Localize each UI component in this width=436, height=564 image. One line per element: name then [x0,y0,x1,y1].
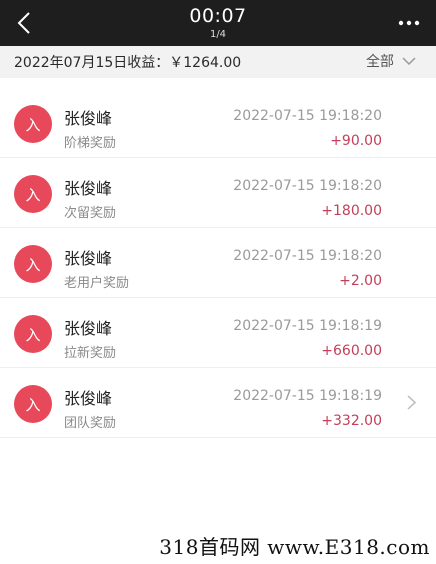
record-name: 张俊峰 [64,179,113,198]
site-watermark: 318首码网 www.E318.com [159,531,430,560]
top-bar: 00:07 1/4 [0,0,436,46]
record-type: 老用户奖励 [64,276,130,291]
chevron-down-icon [402,56,416,65]
record-datetime: 2022-07-15 19:18:19 [233,318,382,334]
filter-dropdown[interactable]: 全部 [366,51,416,71]
record-amount: +332.00 [321,413,382,429]
record-name: 张俊峰 [64,249,113,268]
record-amount: +180.00 [321,203,382,219]
income-avatar: 入 [14,385,52,423]
income-avatar: 入 [14,315,52,353]
earnings-summary-text: 2022年07月15日收益：￥1264.00 [14,55,242,71]
chevron-right-icon [407,395,416,410]
record-datetime: 2022-07-15 19:18:20 [233,108,382,124]
more-button[interactable] [396,14,422,32]
viewer-time: 00:07 [189,5,247,27]
filter-label: 全部 [366,54,394,70]
income-avatar: 入 [14,175,52,213]
record-amount: +660.00 [321,343,382,359]
record-datetime: 2022-07-15 19:18:20 [233,178,382,194]
record-type: 次留奖励 [64,206,117,221]
record-name: 张俊峰 [64,389,113,408]
record-datetime: 2022-07-15 19:18:19 [233,388,382,404]
income-avatar: 入 [14,105,52,143]
record-amount: +2.00 [339,273,382,289]
record-name: 张俊峰 [64,109,113,128]
record-name: 张俊峰 [64,319,113,338]
earnings-record-list: 入 张俊峰 阶梯奖励 2022-07-15 19:18:20 +90.00 入 … [0,88,436,438]
record-type: 团队奖励 [64,416,117,431]
page-indicator: 1/4 [209,29,227,40]
earnings-summary-bar: 2022年07月15日收益：￥1264.00 全部 [0,46,436,78]
record-row[interactable]: 入 张俊峰 次留奖励 2022-07-15 19:18:20 +180.00 [0,158,436,228]
income-avatar: 入 [14,245,52,283]
record-row[interactable]: 入 张俊峰 团队奖励 2022-07-15 19:18:19 +332.00 [0,368,436,438]
more-dots-icon [398,20,420,26]
record-type: 拉新奖励 [64,346,117,361]
record-amount: +90.00 [330,133,382,149]
record-type: 阶梯奖励 [64,136,117,151]
record-datetime: 2022-07-15 19:18:20 [233,248,382,264]
record-row[interactable]: 入 张俊峰 老用户奖励 2022-07-15 19:18:20 +2.00 [0,228,436,298]
record-row[interactable]: 入 张俊峰 拉新奖励 2022-07-15 19:18:19 +660.00 [0,298,436,368]
record-row[interactable]: 入 张俊峰 阶梯奖励 2022-07-15 19:18:20 +90.00 [0,88,436,158]
